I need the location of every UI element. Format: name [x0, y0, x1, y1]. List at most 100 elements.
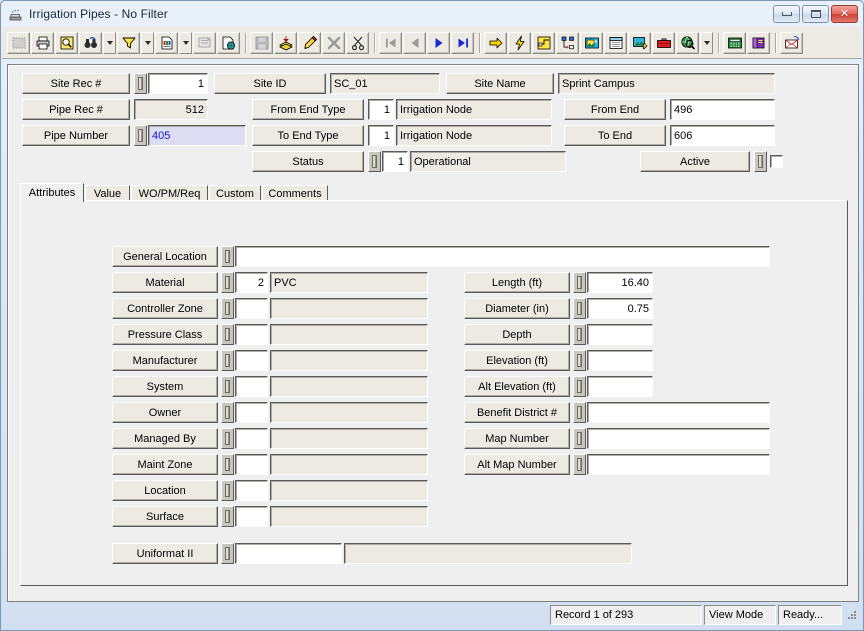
uniformat-label-button[interactable]: Uniformat II [112, 543, 218, 564]
edit-record-icon[interactable] [298, 31, 321, 54]
goto-icon[interactable] [484, 31, 507, 54]
surface-lookup-button[interactable] [221, 506, 234, 527]
site-name-input[interactable]: Sprint Campus [558, 73, 775, 94]
alt-elevation-lookup-button[interactable] [573, 376, 586, 397]
tab-value[interactable]: Value [85, 185, 130, 201]
map-number-label-button[interactable]: Map Number [464, 428, 570, 449]
hierarchy-icon[interactable] [556, 31, 579, 54]
managed-by-label-button[interactable]: Managed By [112, 428, 218, 449]
site-id-label-button[interactable]: Site ID [214, 73, 326, 94]
to-end-label-button[interactable]: To End [564, 125, 666, 146]
previous-record-icon[interactable] [403, 31, 426, 54]
elevation-label-button[interactable]: Elevation (ft) [464, 350, 570, 371]
material-code-input[interactable]: 2 [235, 272, 268, 293]
active-label-button[interactable]: Active [640, 151, 750, 172]
managed-by-code-input[interactable] [235, 428, 268, 449]
maint-zone-label-button[interactable]: Maint Zone [112, 454, 218, 475]
system-code-input[interactable] [235, 376, 268, 397]
general-location-label-button[interactable]: General Location [112, 246, 218, 267]
depth-label-button[interactable]: Depth [464, 324, 570, 345]
maint-zone-lookup-button[interactable] [221, 454, 234, 475]
form-design-icon[interactable] [193, 31, 216, 54]
length-input[interactable]: 16.40 [587, 272, 653, 293]
location-lookup-button[interactable] [221, 480, 234, 501]
delete-record-icon[interactable] [322, 31, 345, 54]
report-icon[interactable] [155, 31, 178, 54]
system-label-button[interactable]: System [112, 376, 218, 397]
controller-zone-code-input[interactable] [235, 298, 268, 319]
from-end-input[interactable]: 496 [670, 99, 775, 120]
owner-label-button[interactable]: Owner [112, 402, 218, 423]
pressure-class-code-input[interactable] [235, 324, 268, 345]
next-record-icon[interactable] [427, 31, 450, 54]
tab-attributes[interactable]: Attributes [20, 183, 84, 202]
photo-edit-icon[interactable] [628, 31, 651, 54]
managed-by-lookup-button[interactable] [221, 428, 234, 449]
alt-map-number-input[interactable] [587, 454, 770, 475]
resize-grip[interactable] [845, 608, 859, 622]
map-number-input[interactable] [587, 428, 770, 449]
calendar-icon[interactable] [604, 31, 627, 54]
benefit-district-lookup-button[interactable] [573, 402, 586, 423]
site-rec-lookup-button[interactable] [134, 73, 147, 94]
find-dropdown[interactable] [103, 31, 116, 54]
site-rec-input[interactable]: 1 [148, 73, 208, 94]
owner-lookup-button[interactable] [221, 402, 234, 423]
pressure-class-label-button[interactable]: Pressure Class [112, 324, 218, 345]
manufacturer-label-button[interactable]: Manufacturer [112, 350, 218, 371]
elevation-lookup-button[interactable] [573, 350, 586, 371]
tab-custom[interactable]: Custom [209, 185, 261, 201]
first-record-icon[interactable] [379, 31, 402, 54]
find-icon[interactable] [79, 31, 102, 54]
owner-code-input[interactable] [235, 402, 268, 423]
status-code-input[interactable]: 1 [382, 151, 408, 172]
site-name-label-button[interactable]: Site Name [446, 73, 554, 94]
length-lookup-button[interactable] [573, 272, 586, 293]
pipe-number-input[interactable]: 405 [148, 125, 246, 146]
surface-label-button[interactable]: Surface [112, 506, 218, 527]
print-icon[interactable] [31, 31, 54, 54]
diameter-lookup-button[interactable] [573, 298, 586, 319]
diameter-input[interactable]: 0.75 [587, 298, 653, 319]
cad-icon[interactable] [532, 31, 555, 54]
report-dropdown[interactable] [179, 31, 192, 54]
map-number-lookup-button[interactable] [573, 428, 586, 449]
pipe-number-label-button[interactable]: Pipe Number [22, 125, 130, 146]
uniformat-code-input[interactable] [235, 543, 342, 564]
pipe-number-lookup-button[interactable] [134, 125, 147, 146]
material-lookup-button[interactable] [221, 272, 234, 293]
depth-input[interactable] [587, 324, 653, 345]
alt-map-number-label-button[interactable]: Alt Map Number [464, 454, 570, 475]
tab-wo-pm-req[interactable]: WO/PM/Req [131, 185, 208, 201]
action-icon[interactable] [508, 31, 531, 54]
active-lookup-button[interactable] [754, 151, 767, 172]
tab-comments[interactable]: Comments [262, 185, 328, 201]
cut-icon[interactable] [346, 31, 369, 54]
benefit-district-label-button[interactable]: Benefit District # [464, 402, 570, 423]
close-button[interactable]: ✕ [831, 5, 858, 23]
alt-map-number-lookup-button[interactable] [573, 454, 586, 475]
manufacturer-lookup-button[interactable] [221, 350, 234, 371]
alt-elevation-input[interactable] [587, 376, 653, 397]
filter-dropdown[interactable] [141, 31, 154, 54]
web-search-icon[interactable] [676, 31, 699, 54]
copy-record-icon[interactable] [217, 31, 240, 54]
system-lookup-button[interactable] [221, 376, 234, 397]
manufacturer-code-input[interactable] [235, 350, 268, 371]
calculator-icon[interactable] [723, 31, 746, 54]
controller-zone-label-button[interactable]: Controller Zone [112, 298, 218, 319]
elevation-input[interactable] [587, 350, 653, 371]
active-checkbox[interactable] [770, 155, 783, 168]
title-bar[interactable]: Irrigation Pipes - No Filter ✕ [1, 1, 863, 27]
minimize-button[interactable] [773, 5, 800, 23]
print-preview-icon[interactable] [55, 31, 78, 54]
surface-code-input[interactable] [235, 506, 268, 527]
last-record-icon[interactable] [451, 31, 474, 54]
general-location-lookup-button[interactable] [221, 246, 234, 267]
controller-zone-lookup-button[interactable] [221, 298, 234, 319]
material-label-button[interactable]: Material [112, 272, 218, 293]
length-label-button[interactable]: Length (ft) [464, 272, 570, 293]
status-label-button[interactable]: Status [252, 151, 364, 172]
toolbox-icon[interactable] [652, 31, 675, 54]
maximize-button[interactable] [802, 5, 829, 23]
